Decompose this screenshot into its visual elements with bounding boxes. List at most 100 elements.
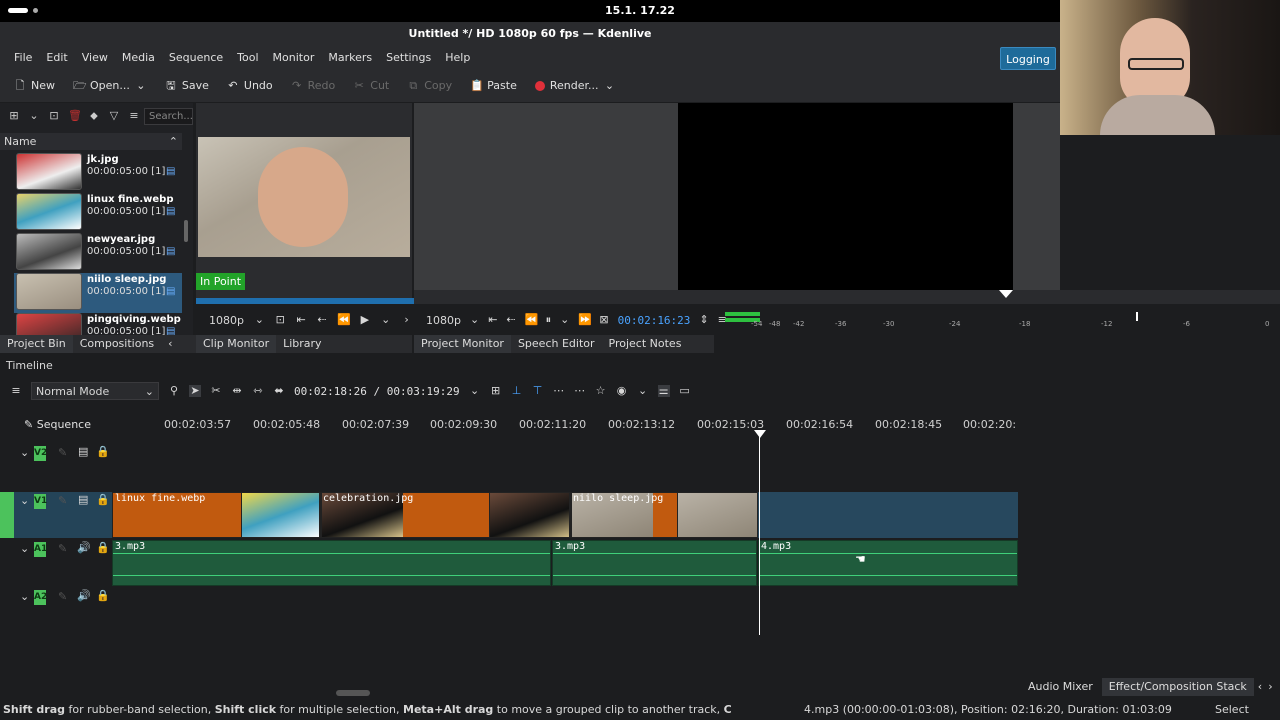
tab-library[interactable]: Library xyxy=(276,335,328,353)
lock-icon[interactable]: 🔒 xyxy=(96,493,110,506)
bin-item[interactable]: pingqiving.webp 00:00:05:00 [1] ▤ xyxy=(14,313,182,335)
disable-effects-icon[interactable]: ✎ xyxy=(58,590,67,603)
bin-item[interactable]: jk.jpg 00:00:05:00 [1] ▤ xyxy=(14,153,182,193)
chevron-down-icon[interactable]: ⌄ xyxy=(560,314,569,326)
tab-project-notes[interactable]: Project Notes xyxy=(602,335,689,353)
lift-icon[interactable]: ⋯ xyxy=(574,385,586,397)
track-name[interactable]: V1 xyxy=(34,494,47,509)
track-v2[interactable] xyxy=(112,442,1018,492)
tab-clip-monitor[interactable]: Clip Monitor xyxy=(196,335,277,353)
chevron-down-icon[interactable]: ⌄ xyxy=(135,79,147,92)
tab-scroll-right-icon[interactable]: › xyxy=(1266,678,1274,696)
lock-icon[interactable]: 🔒 xyxy=(96,589,110,602)
tab-scroll-left-icon[interactable]: ‹ xyxy=(161,335,179,353)
collapse-chevron-icon[interactable]: ⌄ xyxy=(20,542,29,555)
monitor-playhead-marker[interactable] xyxy=(999,290,1013,298)
audio-clip-selected[interactable]: 4.mp3 xyxy=(758,540,1018,586)
menu-file[interactable]: File xyxy=(7,51,39,64)
folder-add-icon[interactable]: ⊡ xyxy=(48,110,60,122)
chevron-down-icon[interactable]: ⌄ xyxy=(28,110,40,122)
collapse-chevron-icon[interactable]: ⌄ xyxy=(20,446,29,459)
chevron-down-icon[interactable]: ⌄ xyxy=(470,314,479,326)
speaker-icon[interactable]: 🔊 xyxy=(77,589,91,602)
bin-item[interactable]: linux fine.webp 00:00:05:00 [1] ▤ xyxy=(14,193,182,233)
tab-project-monitor[interactable]: Project Monitor xyxy=(414,335,511,353)
collapse-chevron-icon[interactable]: ⌄ xyxy=(20,494,29,507)
disable-effects-icon[interactable]: ✎ xyxy=(58,494,67,507)
chevron-down-icon[interactable]: ⌄ xyxy=(604,79,616,92)
video-clip[interactable]: celebration.jpg xyxy=(320,492,570,538)
razor-icon[interactable]: ✂ xyxy=(210,385,222,397)
menu-markers[interactable]: Markers xyxy=(321,51,379,64)
disable-effects-icon[interactable]: ✎ xyxy=(58,446,67,459)
disable-effects-icon[interactable]: ✎ xyxy=(58,542,67,555)
audio-clip[interactable]: 3.mp3 xyxy=(112,540,551,586)
clip-resolution-select[interactable]: 1080p xyxy=(209,314,244,327)
forward-icon[interactable]: › xyxy=(401,314,412,326)
project-timecode[interactable]: 00:02:16:23 xyxy=(618,314,691,327)
track-header-a1[interactable]: ⌄ A1 ✎ 🔊 🔒 xyxy=(0,540,112,588)
timeline-playhead[interactable] xyxy=(759,430,760,635)
track-a1[interactable]: 3.mp3 3.mp3 4.mp3 xyxy=(112,540,1018,588)
menu-media[interactable]: Media xyxy=(115,51,162,64)
tag-icon[interactable]: ⬥ xyxy=(88,110,100,122)
open-button[interactable]: 🗁 Open... ⌄ xyxy=(73,79,147,92)
track-v1[interactable]: linux fine.webp celebration.jpg niilo sl… xyxy=(112,492,1018,538)
track-name[interactable]: A1 xyxy=(34,542,47,557)
tab-project-bin[interactable]: Project Bin xyxy=(0,335,73,353)
select-tool-icon[interactable]: ➤ xyxy=(189,385,201,397)
project-resolution-select[interactable]: 1080p xyxy=(426,314,461,327)
video-clip[interactable]: niilo sleep.jpg xyxy=(570,492,758,538)
spinner-icon[interactable]: ⇕ xyxy=(699,314,708,326)
clip-progress-bar[interactable] xyxy=(196,298,416,304)
track-name[interactable]: A2 xyxy=(34,590,47,605)
menu-icon[interactable]: ≡ xyxy=(128,110,140,122)
play-icon[interactable]: ▶ xyxy=(359,314,370,326)
cut-button[interactable]: ✂ Cut xyxy=(353,79,390,92)
chevron-down-icon[interactable]: ⌄ xyxy=(469,385,481,397)
chevron-down-icon[interactable]: ⌄ xyxy=(380,314,391,326)
timeline-settings-icon[interactable]: ⚌ xyxy=(657,385,670,397)
tab-effect-composition-stack[interactable]: Effect/Composition Stack xyxy=(1101,678,1254,696)
add-clip-icon[interactable]: ⊞ xyxy=(8,110,20,122)
zone-icon[interactable]: ⊠ xyxy=(599,314,608,326)
menu-help[interactable]: Help xyxy=(438,51,477,64)
bin-scrollbar[interactable] xyxy=(184,220,188,242)
logging-button[interactable]: Logging xyxy=(1000,47,1056,70)
redo-button[interactable]: ↷ Redo xyxy=(291,79,335,92)
previous-icon[interactable]: ⇠ xyxy=(317,314,328,326)
extract-icon[interactable]: ⋯ xyxy=(553,385,565,397)
magnet-icon[interactable]: ⚲ xyxy=(168,385,180,397)
project-monitor-ruler[interactable] xyxy=(414,290,1280,304)
zone-icon[interactable]: ⊡ xyxy=(275,314,286,326)
set-in-icon[interactable]: ⇤ xyxy=(488,314,497,326)
undo-button[interactable]: ↶ Undo xyxy=(227,79,272,92)
tab-audio-mixer[interactable]: Audio Mixer xyxy=(1021,678,1100,696)
lock-icon[interactable]: 🔒 xyxy=(96,541,110,554)
tab-compositions[interactable]: Compositions xyxy=(73,335,161,353)
overwrite-icon[interactable]: ⊤ xyxy=(532,385,544,397)
rewind-icon[interactable]: ⏪ xyxy=(337,314,351,326)
new-button[interactable]: 🗋 New xyxy=(14,79,55,92)
track-a2[interactable] xyxy=(112,588,1018,636)
bin-search-input[interactable]: Search... xyxy=(144,108,193,125)
timeline-timecode[interactable]: 00:02:18:26 / 00:03:19:29 xyxy=(294,385,460,398)
previous-icon[interactable]: ⇠ xyxy=(506,314,515,326)
menu-settings[interactable]: Settings xyxy=(379,51,438,64)
film-icon[interactable]: ▤ xyxy=(78,493,88,506)
speaker-icon[interactable]: 🔊 xyxy=(77,541,91,554)
track-header-a2[interactable]: ⌄ A2 ✎ 🔊 🔒 xyxy=(0,588,112,636)
timeline-ruler[interactable]: 00:02:03:57 00:02:05:48 00:02:07:39 00:0… xyxy=(112,412,1018,440)
timeline-scrollbar[interactable] xyxy=(336,690,370,696)
chevron-down-icon[interactable]: ⌄ xyxy=(254,314,265,326)
fast-forward-icon[interactable]: ⏩ xyxy=(578,314,592,326)
video-clip[interactable]: linux fine.webp xyxy=(112,492,320,538)
filter-icon[interactable]: ▽ xyxy=(108,110,120,122)
fit-zoom-icon[interactable]: ⊞ xyxy=(490,385,502,397)
audio-clip[interactable]: 3.mp3 xyxy=(552,540,757,586)
slip-icon[interactable]: ⬌ xyxy=(273,385,285,397)
collapse-chevron-icon[interactable]: ⌄ xyxy=(20,590,29,603)
paste-button[interactable]: 📋 Paste xyxy=(470,79,517,92)
ripple-icon[interactable]: ⇿ xyxy=(252,385,264,397)
menu-view[interactable]: View xyxy=(75,51,115,64)
